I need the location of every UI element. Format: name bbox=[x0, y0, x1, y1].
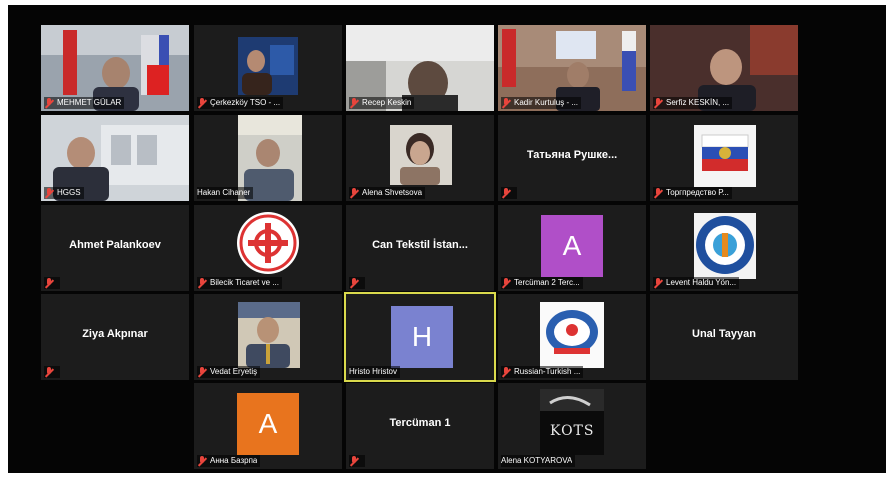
participant-label bbox=[44, 366, 60, 378]
participant-label: Alena Shvetsova bbox=[349, 187, 426, 199]
participant-label: MEHMET GÜLAR bbox=[44, 97, 125, 109]
muted-mic-icon bbox=[501, 277, 512, 289]
participant-tile[interactable]: KOTS Alena KOTYAROVA bbox=[498, 383, 646, 469]
muted-mic-icon bbox=[197, 455, 208, 467]
muted-mic-icon bbox=[44, 277, 55, 289]
participant-tile[interactable]: Торгпредство Р... bbox=[650, 115, 798, 201]
participant-label: Serfiz KESKİN, ... bbox=[653, 97, 733, 109]
muted-mic-icon bbox=[501, 187, 512, 199]
participant-tile[interactable]: Vedat Eryetiş bbox=[194, 294, 342, 380]
participant-tile[interactable]: Bilecik Ticaret ve ... bbox=[194, 205, 342, 291]
participant-tile[interactable]: Recep Keskin bbox=[346, 25, 494, 111]
muted-mic-icon bbox=[349, 187, 360, 199]
muted-mic-icon bbox=[653, 97, 664, 109]
participant-avatar: A bbox=[237, 393, 299, 455]
participant-label: Çerkezköy TSO - ... bbox=[197, 97, 284, 109]
participant-tile[interactable]: Levent Haldu Yön... bbox=[650, 205, 798, 291]
participant-tile[interactable]: Hakan Cihaner bbox=[194, 115, 342, 201]
participant-label: Tercüman 2 Terc... bbox=[501, 277, 583, 289]
participant-name: Tercüman 1 bbox=[389, 417, 451, 429]
participant-tile[interactable]: Alena Shvetsova bbox=[346, 115, 494, 201]
participant-label: Hakan Cihaner bbox=[197, 187, 254, 199]
muted-mic-icon bbox=[349, 97, 360, 109]
participant-label: HGGS bbox=[44, 187, 84, 199]
participant-label: Hristo Hristov bbox=[349, 366, 401, 378]
participant-tile[interactable]: Kadir Kurtuluş - ... bbox=[498, 25, 646, 111]
participant-tile[interactable]: A Анна Базрпа bbox=[194, 383, 342, 469]
participant-tile[interactable]: HGGS bbox=[41, 115, 189, 201]
meeting-gallery-view: MEHMET GÜLAR Çerkezköy TSO - ... Recep K… bbox=[8, 5, 886, 473]
participant-name: Can Tekstil İstan... bbox=[372, 239, 468, 251]
participant-tile[interactable]: Ziya Akpınar bbox=[41, 294, 189, 380]
participant-label bbox=[349, 455, 365, 467]
participant-label: Kadir Kurtuluş - ... bbox=[501, 97, 582, 109]
participant-tile-active-speaker[interactable]: H Hristo Hristov bbox=[344, 292, 496, 382]
participant-tile[interactable]: Ahmet Palankoev bbox=[41, 205, 189, 291]
participant-label: Russian-Turkish ... bbox=[501, 366, 584, 378]
muted-mic-icon bbox=[44, 366, 55, 378]
participant-tile[interactable]: Татьяна Рушке... bbox=[498, 115, 646, 201]
muted-mic-icon bbox=[44, 187, 55, 199]
participant-label: Vedat Eryetiş bbox=[197, 366, 261, 378]
muted-mic-icon bbox=[349, 455, 360, 467]
muted-mic-icon bbox=[653, 277, 664, 289]
participant-tile[interactable]: A Tercüman 2 Terc... bbox=[498, 205, 646, 291]
muted-mic-icon bbox=[653, 187, 664, 199]
participant-label bbox=[44, 277, 60, 289]
participant-tile[interactable]: Russian-Turkish ... bbox=[498, 294, 646, 380]
participant-label: Торгпредство Р... bbox=[653, 187, 732, 199]
participant-tile[interactable]: Unal Tayyan bbox=[650, 294, 798, 380]
participant-name: Unal Tayyan bbox=[692, 328, 756, 340]
participant-label: Bilecik Ticaret ve ... bbox=[197, 277, 282, 289]
participant-tile[interactable]: MEHMET GÜLAR bbox=[41, 25, 189, 111]
participant-name: Татьяна Рушке... bbox=[526, 149, 618, 161]
participant-tile[interactable]: Çerkezköy TSO - ... bbox=[194, 25, 342, 111]
participant-tile[interactable]: Can Tekstil İstan... bbox=[346, 205, 494, 291]
muted-mic-icon bbox=[349, 277, 360, 289]
participant-avatar: H bbox=[391, 306, 453, 368]
participant-tile[interactable]: Serfiz KESKİN, ... bbox=[650, 25, 798, 111]
muted-mic-icon bbox=[197, 366, 208, 378]
brand-logo-text: KOTS bbox=[550, 423, 595, 439]
participant-label bbox=[501, 187, 517, 199]
muted-mic-icon bbox=[501, 97, 512, 109]
muted-mic-icon bbox=[197, 97, 208, 109]
participant-label: Recep Keskin bbox=[349, 97, 415, 109]
participant-label: Alena KOTYAROVA bbox=[501, 455, 576, 467]
muted-mic-icon bbox=[197, 277, 208, 289]
muted-mic-icon bbox=[501, 366, 512, 378]
participant-label: Levent Haldu Yön... bbox=[653, 277, 740, 289]
participant-name: Ziya Akpınar bbox=[82, 328, 148, 340]
participant-label: Анна Базрпа bbox=[197, 455, 261, 467]
muted-mic-icon bbox=[44, 97, 55, 109]
participant-avatar: A bbox=[541, 215, 603, 277]
participant-name: Ahmet Palankoev bbox=[69, 239, 161, 251]
participant-tile[interactable]: Tercüman 1 bbox=[346, 383, 494, 469]
participant-label bbox=[349, 277, 365, 289]
